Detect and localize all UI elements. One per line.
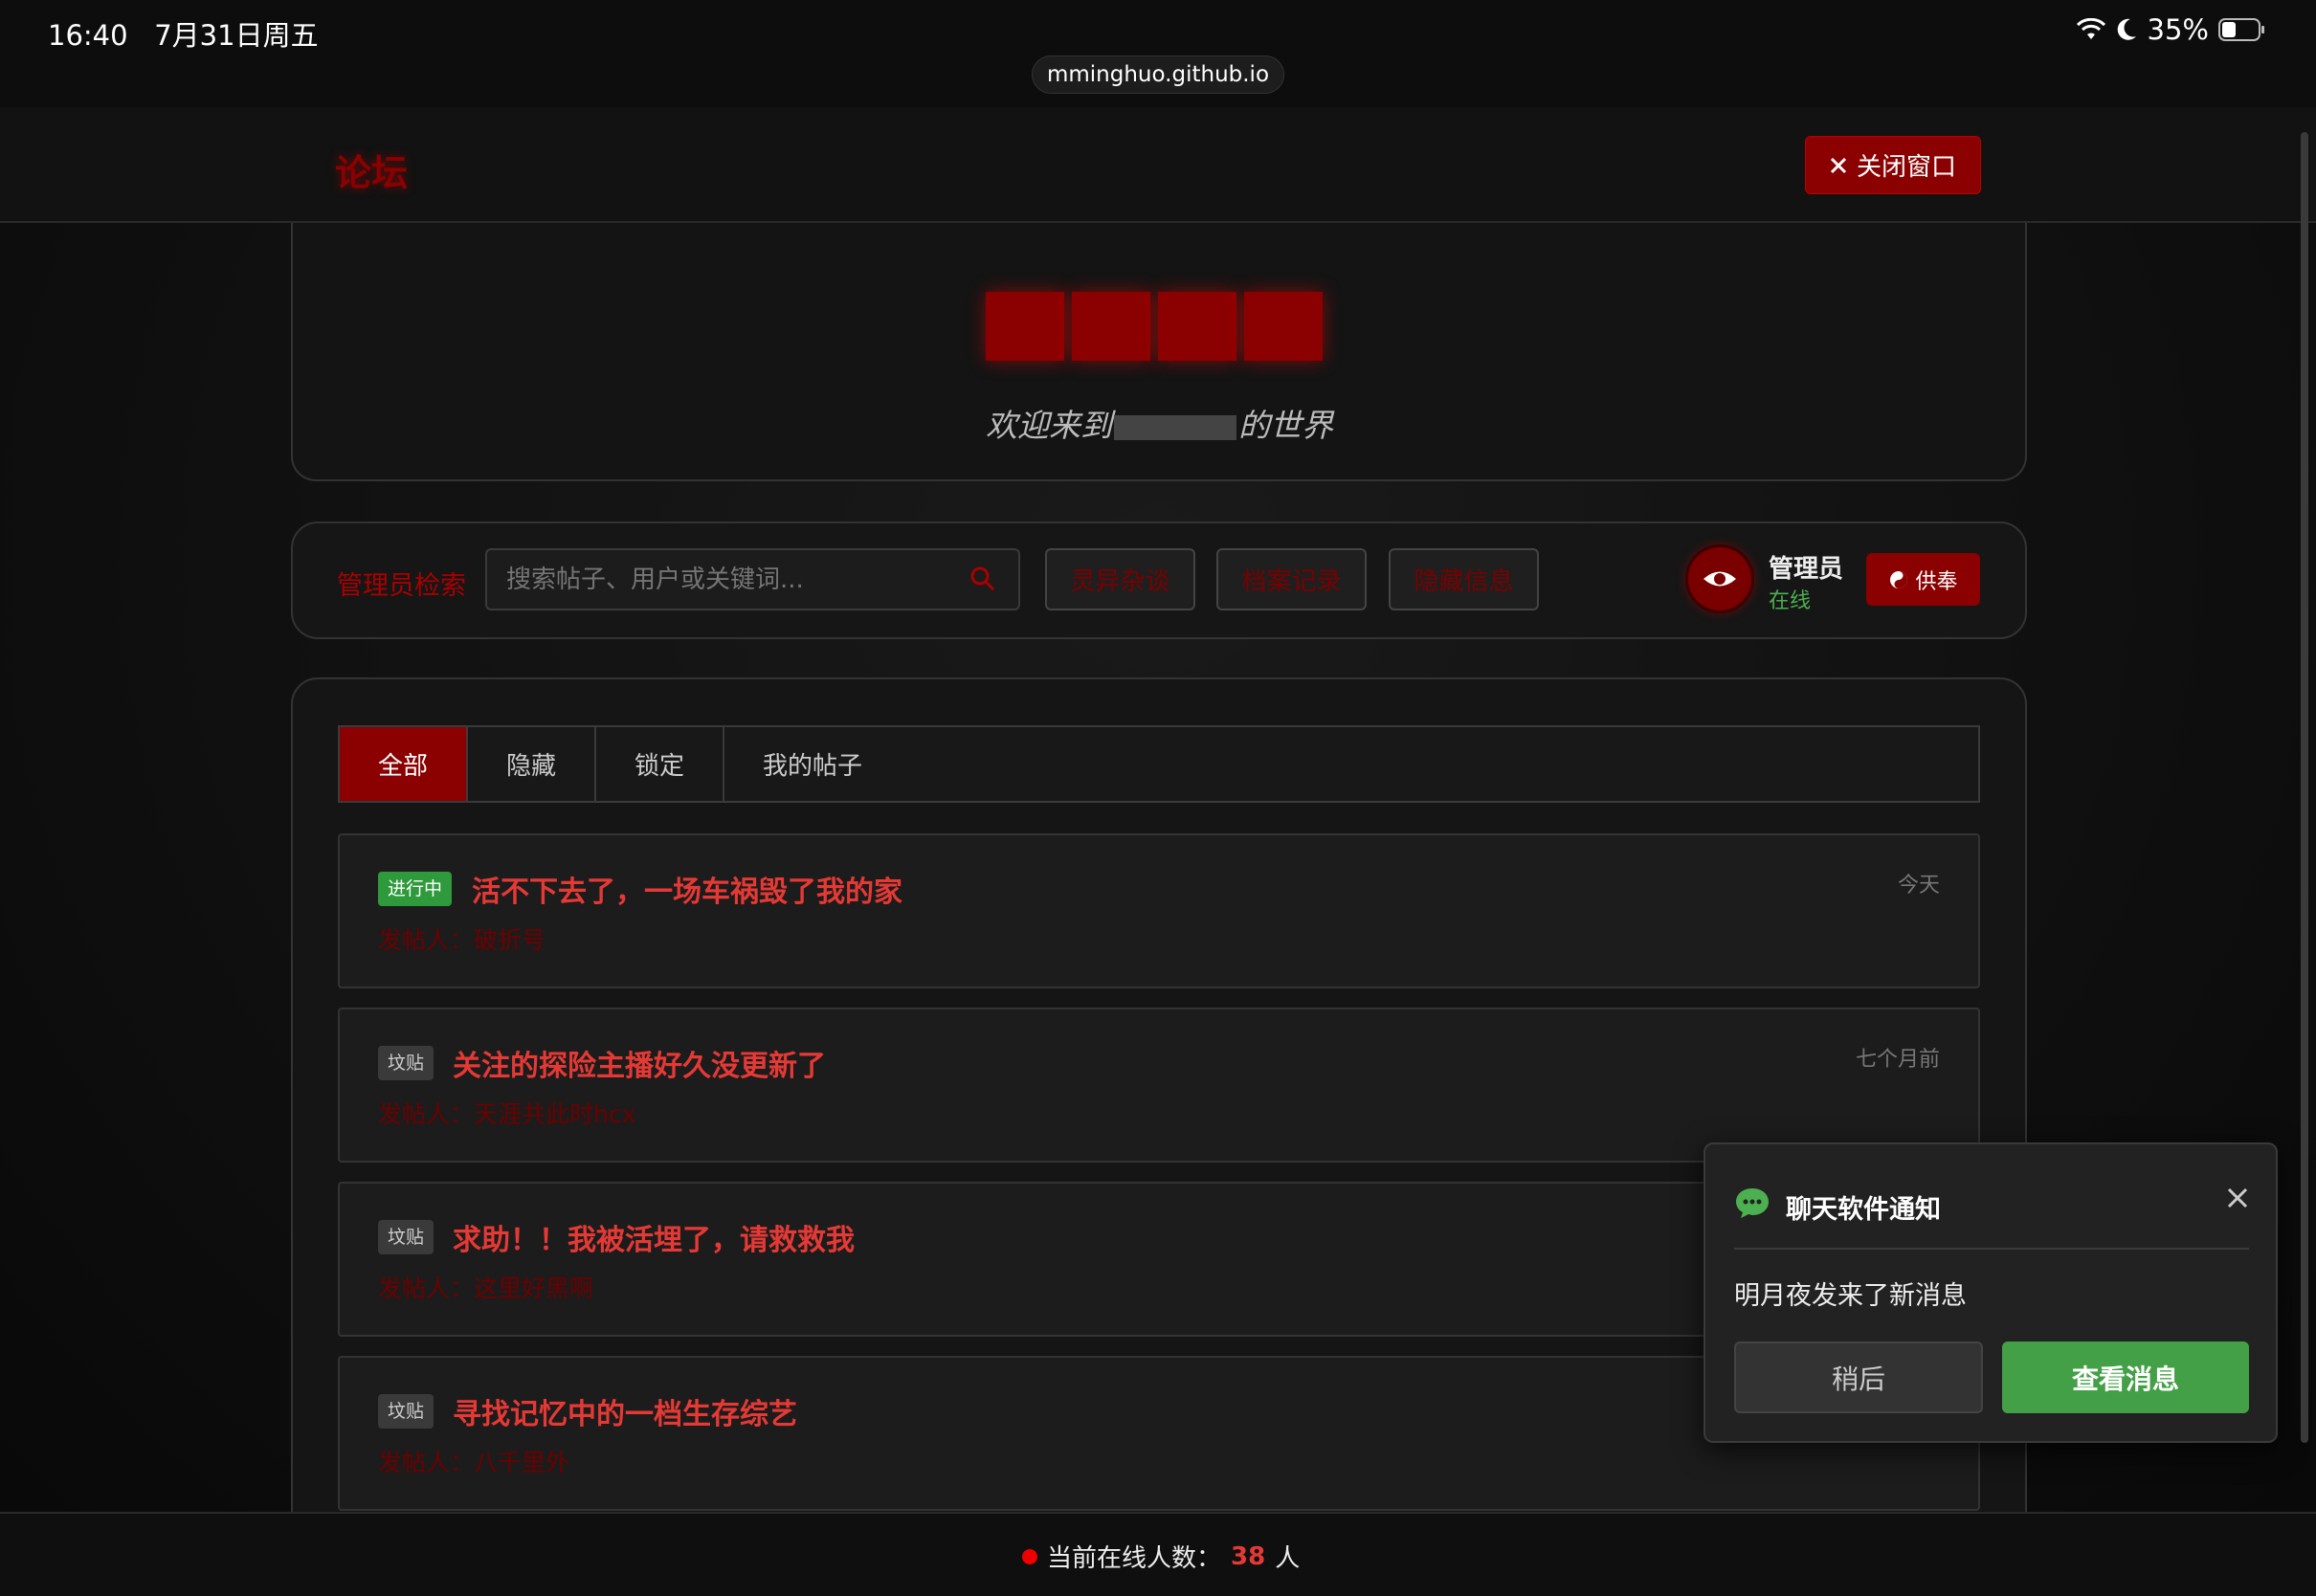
url-bar[interactable]: mminghuo.github.io	[1032, 55, 1284, 94]
avatar[interactable]	[1685, 544, 1754, 613]
tab-locked[interactable]: 锁定	[596, 727, 724, 801]
censored-title-block	[1158, 292, 1236, 361]
status-indicators: 35%	[2076, 13, 2266, 46]
notification-message: 明月夜发来了新消息	[1734, 1281, 1967, 1311]
later-button[interactable]: 稍后	[1734, 1341, 1983, 1413]
hero-subtitle-prefix: 欢迎来到	[986, 407, 1112, 444]
divider	[1734, 1248, 2249, 1250]
post-title[interactable]: 关注的探险主播好久没更新了	[453, 1042, 826, 1084]
tab-all[interactable]: 全部	[340, 727, 468, 801]
online-dot-icon	[1022, 1548, 1037, 1564]
post-item[interactable]: 坟贴 关注的探险主播好久没更新了 发帖人：天涯共此时hcx 七个月前	[338, 1008, 1980, 1163]
offer-label: 供奉	[1915, 569, 1958, 594]
category-button-hidden[interactable]: 隐藏信息	[1389, 548, 1539, 610]
tab-my-posts[interactable]: 我的帖子	[724, 727, 901, 801]
clock-date: 7月31日周五	[154, 19, 319, 52]
online-count-suffix: 人	[1275, 1544, 1301, 1573]
forum-title: 论坛	[335, 152, 409, 194]
clock-time: 16:40	[48, 19, 128, 52]
wifi-icon	[2076, 18, 2105, 39]
post-author[interactable]: 发帖人：八千里外	[378, 1444, 569, 1478]
post-title[interactable]: 寻找记忆中的一档生存综艺	[453, 1390, 797, 1432]
hero-subtitle-suffix: 的世界	[1238, 407, 1333, 444]
censored-title-block	[1072, 292, 1150, 361]
status-badge: 坟贴	[378, 1046, 434, 1080]
post-author[interactable]: 发帖人：破折号	[378, 921, 546, 956]
admin-name: 管理员	[1769, 555, 1844, 584]
admin-search-label: 管理员检索	[337, 571, 466, 601]
eye-icon	[1704, 571, 1736, 587]
chat-notification: 聊天软件通知 明月夜发来了新消息 稍后 查看消息	[1704, 1142, 2278, 1443]
status-badge: 进行中	[378, 872, 453, 906]
post-title[interactable]: 求助！！我被活埋了，请救救我	[453, 1216, 855, 1258]
online-count: 当前在线人数： 38 人	[1022, 1539, 1300, 1574]
notification-title: 聊天软件通知	[1786, 1195, 1941, 1225]
status-badge: 坟贴	[378, 1394, 434, 1429]
search-input[interactable]	[485, 548, 1020, 610]
post-author[interactable]: 发帖人：这里好黑啊	[378, 1270, 593, 1304]
close-window-label: 关闭窗口	[1856, 153, 1956, 182]
moon-icon	[2117, 18, 2136, 40]
post-title[interactable]: 活不下去了，一场车祸毁了我的家	[472, 868, 902, 910]
post-item[interactable]: 进行中 活不下去了，一场车祸毁了我的家 发帖人：破折号 今天	[338, 833, 1980, 988]
post-author[interactable]: 发帖人：天涯共此时hcx	[378, 1096, 635, 1130]
post-time: 今天	[1897, 874, 1940, 898]
censored-title-block	[1244, 292, 1323, 361]
view-message-button[interactable]: 查看消息	[2002, 1341, 2249, 1413]
censored-text	[1114, 414, 1236, 440]
offer-button[interactable]: 供奉	[1866, 553, 1980, 606]
online-count-number: 38	[1231, 1541, 1266, 1571]
admin-status: 在线	[1769, 589, 1812, 613]
search-icon[interactable]	[969, 565, 997, 593]
close-icon	[1830, 157, 1847, 173]
close-icon[interactable]	[2226, 1186, 2249, 1209]
category-button-supernatural[interactable]: 灵异杂谈	[1045, 548, 1195, 610]
status-badge: 坟贴	[378, 1220, 434, 1254]
chat-bubble-icon	[1736, 1188, 1769, 1218]
battery-percent: 35%	[2147, 13, 2209, 46]
hero-subtitle: 欢迎来到 的世界	[986, 400, 1333, 446]
status-time: 16:40 7月31日周五	[48, 13, 319, 54]
yin-yang-icon	[1890, 570, 1908, 588]
battery-icon	[2218, 18, 2264, 41]
close-window-button[interactable]: 关闭窗口	[1805, 136, 1981, 194]
post-tabs: 全部 隐藏 锁定 我的帖子	[338, 725, 1980, 803]
category-button-archives[interactable]: 档案记录	[1216, 548, 1367, 610]
tab-hidden[interactable]: 隐藏	[468, 727, 596, 801]
censored-title-block	[986, 292, 1064, 361]
post-time: 七个月前	[1855, 1048, 1940, 1072]
scrollbar[interactable]	[2301, 132, 2308, 1443]
online-count-prefix: 当前在线人数：	[1047, 1544, 1222, 1573]
